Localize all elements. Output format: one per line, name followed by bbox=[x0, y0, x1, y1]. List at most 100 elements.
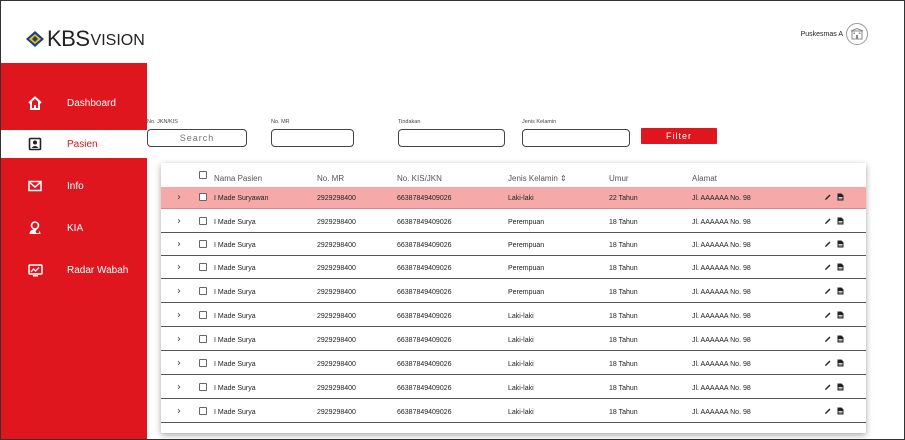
table-row[interactable]: › I Made Surya 2929298400 66387849409026 Per… bbox=[161, 211, 866, 233]
col-nama-pasien[interactable]: Nama Pasien bbox=[214, 174, 262, 183]
sidebar-item-label: KIA bbox=[67, 222, 84, 234]
cell-alamat: Jl. AAAAAA No. 98 bbox=[692, 242, 751, 249]
tindakan-input[interactable] bbox=[398, 129, 505, 147]
cell-mr: 2929298400 bbox=[317, 195, 356, 202]
table-row[interactable]: › I Made Surya 2929298400 66387849409026 Lak… bbox=[161, 401, 866, 423]
user-menu[interactable]: Puskesmas A bbox=[801, 23, 868, 45]
edit-pencil-icon[interactable] bbox=[824, 335, 832, 343]
edit-pencil-icon[interactable] bbox=[824, 193, 832, 201]
brand-logo[interactable]: KBS VISION bbox=[25, 26, 145, 52]
cell-mr: 2929298400 bbox=[317, 337, 356, 344]
row-checkbox[interactable] bbox=[199, 311, 207, 319]
row-actions bbox=[824, 287, 844, 295]
document-icon[interactable] bbox=[837, 217, 844, 225]
cell-kis: 66387849409026 bbox=[397, 242, 452, 249]
expand-chevron-icon[interactable]: › bbox=[177, 310, 181, 321]
document-icon[interactable] bbox=[837, 311, 844, 319]
row-actions bbox=[824, 359, 844, 367]
expand-chevron-icon[interactable]: › bbox=[177, 334, 181, 345]
table-row[interactable]: › I Made Surya 2929298400 66387849409026 Lak… bbox=[161, 377, 866, 399]
expand-chevron-icon[interactable]: › bbox=[177, 239, 181, 250]
jenis-kelamin-filter-label: Jenis Kelamin bbox=[522, 119, 557, 125]
sidebar-item-label: Pasien bbox=[67, 138, 98, 150]
row-checkbox[interactable] bbox=[199, 407, 207, 415]
cell-mr: 2929298400 bbox=[317, 242, 356, 249]
col-jenis-kelamin[interactable]: Jenis Kelamin ⇕ bbox=[508, 174, 567, 183]
expand-chevron-icon[interactable]: › bbox=[177, 286, 181, 297]
edit-pencil-icon[interactable] bbox=[824, 287, 832, 295]
sidebar-item-kia[interactable]: KIA bbox=[1, 214, 147, 242]
logo-text: KBS bbox=[47, 26, 90, 51]
row-actions bbox=[824, 407, 844, 415]
edit-pencil-icon[interactable] bbox=[824, 383, 832, 391]
table-row[interactable]: › I Made Surya 2929298400 66387849409026 Lak… bbox=[161, 329, 866, 351]
document-icon[interactable] bbox=[837, 383, 844, 391]
mail-icon bbox=[27, 178, 43, 194]
table-row[interactable]: › I Made Surya 2929298400 66387849409026 Per… bbox=[161, 281, 866, 303]
jenis-kelamin-input[interactable] bbox=[522, 129, 630, 147]
cell-kis: 66387849409026 bbox=[397, 409, 452, 416]
document-icon[interactable] bbox=[837, 240, 844, 248]
expand-chevron-icon[interactable]: › bbox=[177, 216, 181, 227]
sidebar-item-dashboard[interactable]: Dashboard bbox=[1, 89, 147, 117]
edit-pencil-icon[interactable] bbox=[824, 359, 832, 367]
sidebar-item-pasien[interactable]: Pasien bbox=[1, 130, 147, 158]
row-checkbox[interactable] bbox=[199, 240, 207, 248]
cell-umur: 22 Tahun bbox=[609, 195, 638, 202]
document-icon[interactable] bbox=[837, 335, 844, 343]
table-row[interactable]: › I Made Surya 2929298400 66387849409026 Lak… bbox=[161, 305, 866, 327]
edit-pencil-icon[interactable] bbox=[824, 217, 832, 225]
table-row[interactable]: › I Made Surya 2929298400 66387849409026 Per… bbox=[161, 257, 866, 279]
expand-chevron-icon[interactable]: › bbox=[177, 358, 181, 369]
expand-chevron-icon[interactable]: › bbox=[177, 192, 181, 203]
document-icon[interactable] bbox=[837, 287, 844, 295]
cell-mr: 2929298400 bbox=[317, 361, 356, 368]
document-icon[interactable] bbox=[837, 407, 844, 415]
cell-nama-pasien: I Made Surya bbox=[214, 265, 256, 272]
row-actions bbox=[824, 311, 844, 319]
cell-umur: 18 Tahun bbox=[609, 289, 638, 296]
cell-alamat: Jl. AAAAAA No. 98 bbox=[692, 289, 751, 296]
select-all-checkbox[interactable] bbox=[199, 171, 207, 179]
col-umur[interactable]: Umur bbox=[609, 174, 629, 183]
filter-button[interactable]: Filter bbox=[641, 128, 717, 144]
edit-pencil-icon[interactable] bbox=[824, 311, 832, 319]
edit-pencil-icon[interactable] bbox=[824, 240, 832, 248]
row-checkbox[interactable] bbox=[199, 263, 207, 271]
table-row[interactable]: › I Made Suryawan 2929298400 66387849409026… bbox=[161, 187, 866, 209]
sidebar-item-radar-wabah[interactable]: Radar Wabah bbox=[1, 256, 147, 284]
document-icon[interactable] bbox=[837, 359, 844, 367]
cell-umur: 18 Tahun bbox=[609, 313, 638, 320]
edit-pencil-icon[interactable] bbox=[824, 407, 832, 415]
table-row[interactable]: › I Made Surya 2929298400 66387849409026 Per… bbox=[161, 234, 866, 256]
cell-alamat: Jl. AAAAAA No. 98 bbox=[692, 313, 751, 320]
jkn-search-input[interactable] bbox=[147, 129, 247, 147]
row-checkbox[interactable] bbox=[199, 193, 207, 201]
col-no-mr[interactable]: No. MR bbox=[317, 174, 344, 183]
sidebar-item-info[interactable]: Info bbox=[1, 172, 147, 200]
cell-kis: 66387849409026 bbox=[397, 361, 452, 368]
row-checkbox[interactable] bbox=[199, 335, 207, 343]
edit-pencil-icon[interactable] bbox=[824, 263, 832, 271]
home-icon bbox=[27, 95, 43, 111]
expand-chevron-icon[interactable]: › bbox=[177, 262, 181, 273]
avatar[interactable] bbox=[846, 23, 868, 45]
row-checkbox[interactable] bbox=[199, 217, 207, 225]
cell-alamat: Jl. AAAAAA No. 98 bbox=[692, 265, 751, 272]
row-checkbox[interactable] bbox=[199, 287, 207, 295]
top-header: KBS VISION Puskesmas A bbox=[1, 1, 904, 63]
cell-nama-pasien: I Made Surya bbox=[214, 242, 256, 249]
col-no-kis-jkn[interactable]: No. KIS/JKN bbox=[397, 174, 442, 183]
table-row[interactable]: › I Made Surya 2929298400 66387849409026 Lak… bbox=[161, 353, 866, 375]
cell-nama-pasien: I Made Surya bbox=[214, 361, 256, 368]
expand-chevron-icon[interactable]: › bbox=[177, 382, 181, 393]
radar-icon bbox=[27, 262, 43, 278]
document-icon[interactable] bbox=[837, 193, 844, 201]
row-checkbox[interactable] bbox=[199, 359, 207, 367]
mr-input[interactable] bbox=[271, 129, 354, 147]
row-checkbox[interactable] bbox=[199, 383, 207, 391]
expand-chevron-icon[interactable]: › bbox=[177, 406, 181, 417]
col-alamat[interactable]: Alamat bbox=[692, 174, 717, 183]
document-icon[interactable] bbox=[837, 263, 844, 271]
row-actions bbox=[824, 240, 844, 248]
